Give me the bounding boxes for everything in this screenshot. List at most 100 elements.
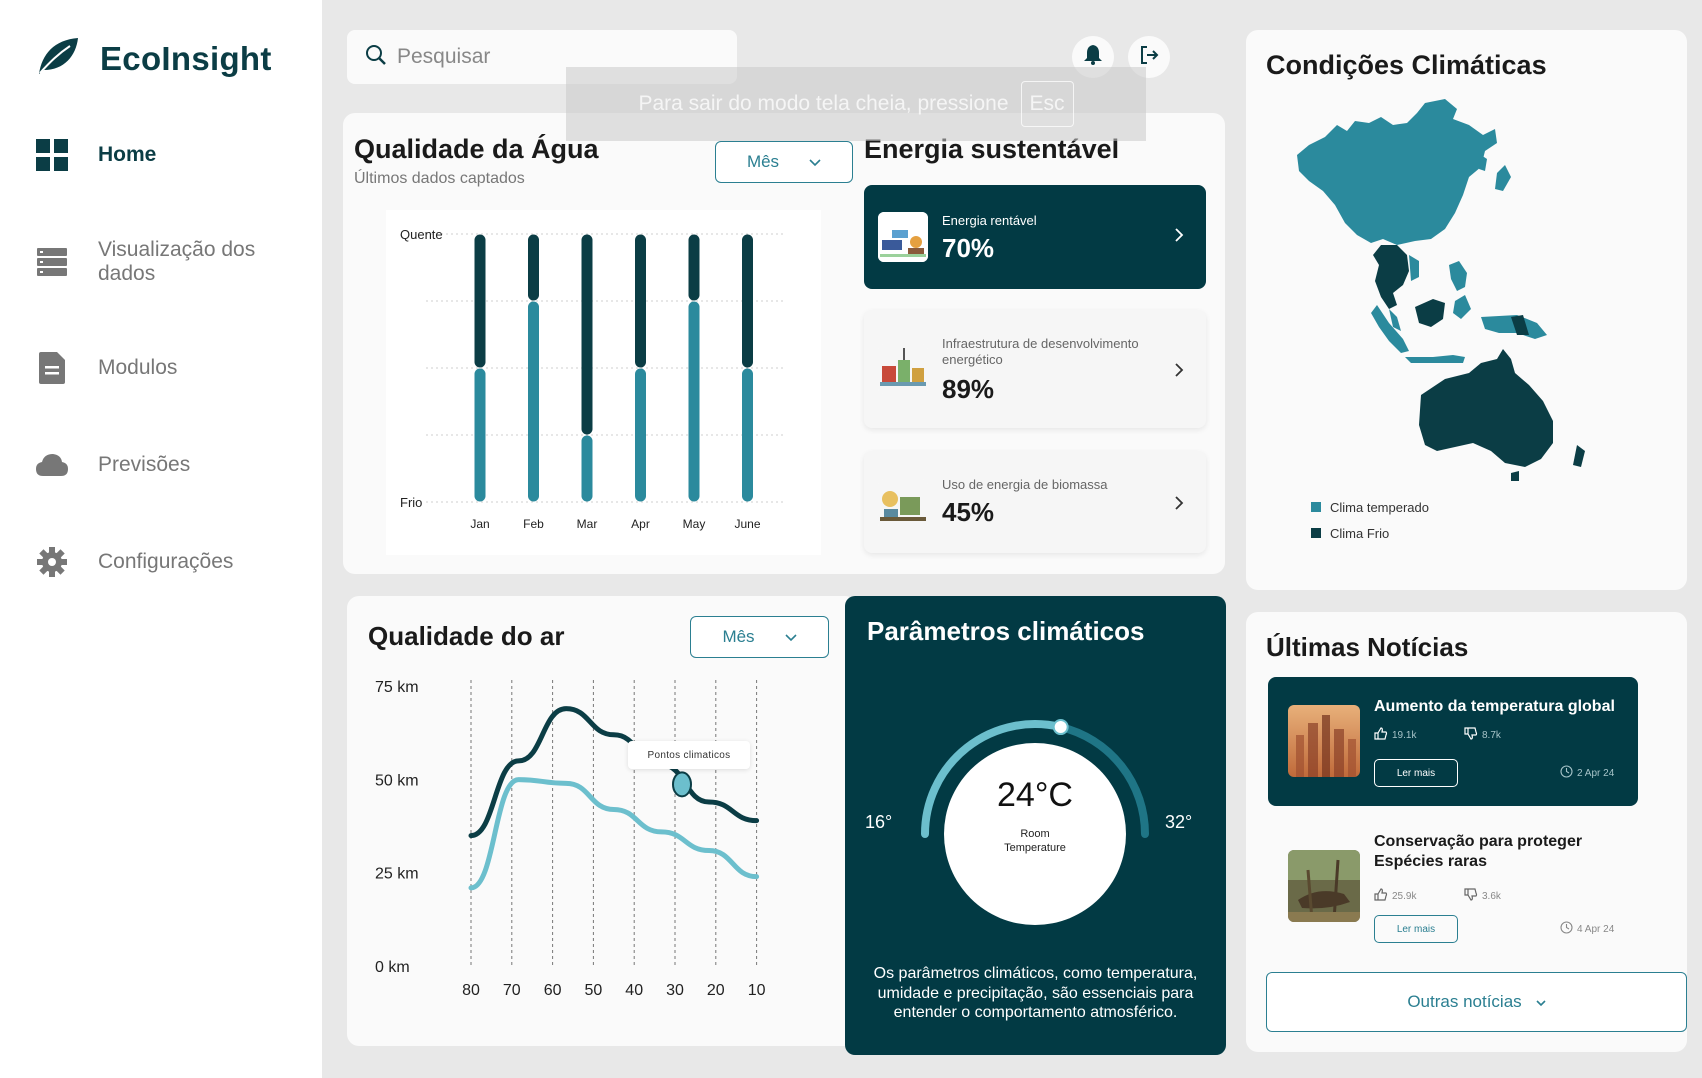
chevron-down-icon [1536,992,1546,1012]
legend-label: Clima temperado [1330,500,1429,515]
energy-item-label: Uso de energia de biomassa [942,477,1108,492]
x-tick-label: 80 [462,982,480,999]
x-tick-label: 30 [666,982,684,999]
read-more-button[interactable]: Ler mais [1374,915,1458,943]
news-date: 2 Apr 24 [1560,765,1614,781]
energy-item[interactable]: Uso de energia de biomassa 45% [864,451,1206,553]
dislikes-value: 3.6k [1482,890,1501,902]
solar-panel-illustration [878,212,928,262]
clock-icon [1560,921,1573,937]
y-tick-label: 25 km [375,866,419,883]
sidebar-item-modules[interactable]: Modulos [36,352,177,384]
thumbs-down-icon [1464,727,1478,743]
water-quality-chart: Quente Frio Jan Feb Mar Apr May June [386,210,821,555]
x-tick-label: June [734,517,760,531]
sidebar: EcoInsight Home Visualização dos dados M… [0,0,322,1078]
energy-item-value: 45% [942,497,995,527]
y-tick-label: 75 km [375,680,419,696]
news-title: Últimas Notícias [1266,632,1469,662]
air-period-select[interactable]: Mês [690,616,829,658]
thumbs-up-icon [1374,727,1388,743]
biomass-illustration [878,479,928,529]
temperature-label: Room [1020,828,1050,840]
water-quality-subtitle: Últimos dados captados [354,170,525,187]
cloud-icon [36,449,68,481]
temperature-value: 24°C [997,776,1073,814]
fullscreen-notice-text: Para sair do modo tela cheia, pressione [638,92,1009,115]
date-value: 4 Apr 24 [1577,923,1615,935]
select-value: Mês [722,627,755,646]
dislikes-value: 8.7k [1482,729,1501,741]
energy-item-label: Infraestrutura de desenvolvimento energé… [942,336,1139,367]
x-tick-label: 20 [707,982,725,999]
sidebar-item-data-visualization[interactable]: Visualização dos dados [36,238,278,286]
sidebar-item-label: Previsões [98,453,191,476]
likes-count: 19.1k [1374,727,1416,743]
chevron-right-icon [1174,360,1184,383]
dislikes-count: 3.6k [1464,888,1501,904]
x-tick-label: 50 [585,982,603,999]
y-axis-top-label: Quente [400,227,443,242]
date-value: 2 Apr 24 [1577,767,1615,779]
x-tick-label: 70 [503,982,521,999]
logo[interactable]: EcoInsight [36,36,272,81]
climate-description: Os parâmetros climáticos, como temperatu… [873,965,1198,1021]
air-quality-chart: 80 70 60 50 40 30 20 10 75 km 50 km 25 km 0 km [375,680,766,999]
fullscreen-notice: Para sair do modo tela cheia, pressione … [566,67,1146,141]
logout-icon [1139,45,1159,70]
news-item-title: Aumento da temperatura global [1374,698,1615,715]
y-axis-bottom-label: Frio [400,495,422,510]
sidebar-item-label: Modulos [98,356,178,379]
document-icon [36,352,68,384]
series-line [468,777,760,891]
x-tick-label: Mar [577,517,598,531]
clock-icon [1560,765,1573,781]
temperature-label: Temperature [1004,842,1066,854]
search-icon [365,44,387,71]
x-tick-label: 40 [625,982,643,999]
news-item[interactable]: Conservação para proteger Espécies raras… [1268,818,1638,946]
gauge-min-label: 16° [865,812,893,832]
sidebar-item-label: Visualização dos dados [98,238,256,285]
likes-value: 19.1k [1392,729,1417,741]
app-name: EcoInsight [100,39,272,77]
news-item[interactable]: Aumento da temperatura global 19.1k 8.7k… [1268,677,1638,806]
x-tick-label: Feb [523,517,544,531]
energy-item[interactable]: Infraestrutura de desenvolvimento energé… [864,310,1206,428]
sidebar-item-settings[interactable]: Configurações [36,546,233,578]
infrastructure-illustration [878,344,928,394]
y-tick-label: 0 km [375,959,410,976]
sidebar-item-home[interactable]: Home [36,139,156,171]
more-news-button[interactable]: Outras notícias [1266,972,1687,1032]
dashboard-grid-icon [36,139,68,171]
search-input[interactable] [397,45,697,69]
climate-parameters-card: Parâmetros climáticos 16° 32° 24°C Room … [845,596,1226,1055]
likes-count: 25.9k [1374,888,1416,904]
news-date: 4 Apr 24 [1560,921,1614,937]
leaf-icon [36,36,80,81]
read-more-button[interactable]: Ler mais [1374,759,1458,787]
chevron-down-icon [809,152,821,172]
more-news-label: Outras notícias [1407,992,1522,1011]
energy-item-value: 70% [942,233,995,263]
wildlife-image [1288,850,1360,922]
likes-value: 25.9k [1392,890,1417,902]
asia-pacific-map[interactable] [1285,95,1625,515]
dislikes-count: 8.7k [1464,727,1501,743]
thumbs-up-icon [1374,888,1388,904]
water-period-select[interactable]: Mês [715,141,853,183]
sidebar-item-forecasts[interactable]: Previsões [36,449,190,481]
highlight-point [672,771,692,798]
climate-parameters-title: Parâmetros climáticos [867,616,1145,646]
chevron-right-icon [1174,493,1184,516]
x-tick-label: May [683,517,706,531]
bell-icon [1084,44,1102,70]
climate-conditions-title: Condições Climáticas [1266,50,1547,80]
series-line [468,706,760,839]
server-icon [36,246,68,278]
water-quality-title: Qualidade da Água [354,134,599,164]
sidebar-item-label: Home [98,143,157,166]
gear-icon [36,546,68,578]
energy-item[interactable]: Energia rentável 70% [864,185,1206,289]
city-haze-image [1288,705,1360,777]
